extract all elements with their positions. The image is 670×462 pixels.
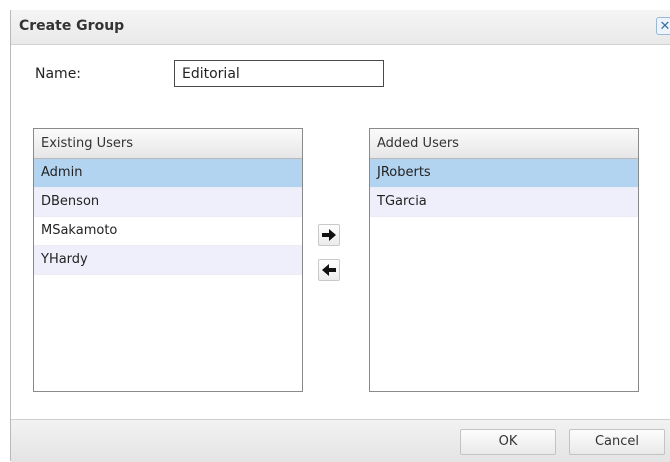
remove-user-button[interactable] bbox=[318, 259, 340, 281]
existing-user-item[interactable]: Admin bbox=[34, 159, 302, 188]
add-user-button[interactable] bbox=[318, 224, 340, 246]
existing-user-item[interactable]: DBenson bbox=[34, 188, 302, 217]
arrow-left-icon bbox=[322, 264, 336, 276]
added-users-header: Added Users bbox=[370, 129, 638, 159]
dialog-titlebar: Create Group ✕ bbox=[11, 10, 670, 45]
added-user-item[interactable]: JRoberts bbox=[370, 159, 638, 188]
close-icon[interactable]: ✕ bbox=[656, 17, 670, 35]
added-users-list[interactable]: Added Users JRoberts TGarcia bbox=[369, 128, 639, 392]
arrow-right-icon bbox=[322, 229, 336, 241]
dialog-footer: OK Cancel bbox=[11, 419, 670, 462]
existing-users-header: Existing Users bbox=[34, 129, 302, 159]
name-label: Name: bbox=[35, 66, 82, 82]
cancel-button[interactable]: Cancel bbox=[569, 429, 665, 455]
dialog-title: Create Group bbox=[19, 18, 125, 34]
group-name-input[interactable] bbox=[174, 60, 384, 87]
existing-user-item[interactable]: YHardy bbox=[34, 246, 302, 275]
existing-users-list[interactable]: Existing Users Admin DBenson MSakamoto Y… bbox=[33, 128, 303, 392]
added-user-item[interactable]: TGarcia bbox=[370, 188, 638, 217]
existing-user-item[interactable]: MSakamoto bbox=[34, 217, 302, 246]
ok-button[interactable]: OK bbox=[460, 429, 556, 455]
create-group-dialog: Create Group ✕ Name: Existing Users Admi… bbox=[10, 10, 670, 462]
